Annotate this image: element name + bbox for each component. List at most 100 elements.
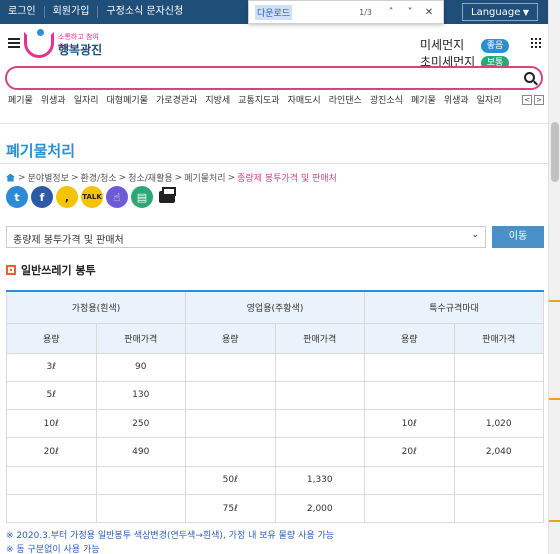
keyword-link[interactable]: 대형폐기물 — [107, 93, 148, 106]
header-divider — [0, 123, 548, 124]
table-cell — [185, 437, 276, 467]
table-row: 20ℓ 490 20ℓ 2,040 — [6, 437, 544, 467]
keyword-link[interactable]: 광진소식 — [370, 93, 403, 106]
keyword-nav: < > — [522, 95, 544, 105]
table-cell: 75ℓ — [185, 493, 276, 524]
table-cell: 490 — [95, 437, 186, 467]
print-icon[interactable] — [156, 186, 178, 208]
table-cell — [364, 493, 455, 524]
scrollbar-thumb[interactable] — [551, 122, 559, 182]
table-cell: 10ℓ — [6, 409, 97, 439]
note-line: ※ 동 구분없이 사용 가능 — [6, 545, 100, 554]
chevron-right-icon[interactable]: > — [534, 95, 544, 105]
table-cell: 50ℓ — [185, 465, 276, 495]
table-cell: 2,000 — [274, 493, 365, 524]
table-cell: 1,330 — [274, 465, 365, 495]
language-label: Language — [471, 6, 521, 18]
table-cell: 1,020 — [453, 409, 544, 439]
login-link[interactable]: 로그인 — [0, 6, 45, 18]
title-divider — [0, 163, 548, 164]
page-select-value: 종량제 봉투가격 및 판매처 — [13, 235, 124, 246]
search-input[interactable] — [17, 70, 517, 86]
table-cell — [95, 493, 186, 524]
signup-link[interactable]: 회원가입 — [45, 6, 99, 18]
table-column-header: 판매가격 — [274, 322, 365, 354]
keyword-link[interactable]: 라인댄스 — [329, 93, 362, 106]
table-cell — [274, 352, 365, 382]
table-cell — [364, 352, 455, 382]
find-previous-icon[interactable]: ˄ — [383, 7, 399, 18]
chevron-left-icon[interactable]: < — [522, 95, 532, 105]
table-cell — [95, 465, 186, 495]
table-column-header: 판매가격 — [453, 322, 544, 354]
keyword-link[interactable]: 지방세 — [205, 93, 230, 106]
share-toolbar: t f , TALK ☝ ▤ — [6, 186, 178, 208]
band-icon[interactable]: ☝ — [106, 186, 128, 208]
site-header: 소통하고 참여하는 행복광진 미세먼지 초미세먼지 좋음 보통 폐기물 위생과 … — [0, 24, 548, 124]
keyword-link[interactable]: 일자리 — [74, 93, 99, 106]
breadcrumb-current[interactable]: 종량제 봉투가격 및 판매처 — [237, 171, 337, 184]
scrollbar-find-marker — [549, 300, 560, 302]
facebook-icon[interactable]: f — [31, 186, 53, 208]
table-cell — [364, 465, 455, 495]
keyword-link[interactable]: 일자리 — [477, 93, 502, 106]
breadcrumb-separator: > — [227, 172, 236, 183]
kakaotalk-icon[interactable]: TALK — [81, 186, 103, 208]
table-cell: 90 — [95, 352, 186, 382]
breadcrumb-item[interactable]: 분야별정보 — [28, 171, 69, 184]
keyword-link[interactable]: 위생과 — [41, 93, 66, 106]
breadcrumb-separator: > — [18, 172, 26, 183]
page-scrollbar[interactable] — [548, 0, 560, 554]
table-group-header: 가정용(흰색) — [6, 290, 186, 324]
keyword-link[interactable]: 위생과 — [444, 93, 469, 106]
table-row: 5ℓ 130 — [6, 380, 544, 411]
table-notes: ※ 2020.3.부터 가정용 일반봉투 색상변경(연두색→흰색), 가정 내 … — [6, 529, 334, 554]
find-count: 1/3 — [359, 7, 372, 17]
chevron-down-icon: ⌄ — [471, 230, 479, 240]
language-selector[interactable]: Language ▼ — [462, 3, 538, 21]
keyword-link[interactable]: 폐기물 — [411, 93, 436, 106]
table-group-header: 특수규격마대 — [364, 290, 544, 324]
all-menu-grid-icon[interactable] — [531, 38, 541, 48]
popular-keywords: 폐기물 위생과 일자리 대형폐기물 가로경관과 지방세 교통지도과 자매도시 라… — [8, 93, 518, 106]
find-next-icon[interactable]: ˅ — [402, 7, 418, 18]
table-cell: 130 — [95, 380, 186, 411]
table-cell — [185, 409, 276, 439]
go-button[interactable]: 이동 — [492, 226, 544, 248]
table-cell — [453, 380, 544, 411]
breadcrumb-item[interactable]: 폐기물처리 — [184, 171, 225, 184]
scrollbar-find-marker — [549, 520, 560, 522]
find-in-page-bar: 다운로드 1/3 ˄ ˅ ✕ — [248, 0, 444, 24]
keyword-link[interactable]: 폐기물 — [8, 93, 33, 106]
bag-price-table: 가정용(흰색) 영업용(주황색) 특수규격마대 용량 판매가격 용량 판매가격 … — [6, 290, 544, 524]
breadcrumb-item[interactable]: 청소/재활용 — [128, 171, 172, 184]
table-row: 10ℓ 250 10ℓ 1,020 — [6, 409, 544, 439]
table-cell — [185, 380, 276, 411]
table-column-header: 용량 — [6, 322, 97, 354]
home-icon[interactable] — [6, 173, 15, 182]
blog-icon[interactable]: ▤ — [131, 186, 153, 208]
kakaostory-icon[interactable]: , — [56, 186, 78, 208]
table-cell — [6, 465, 97, 495]
table-cell: 250 — [95, 409, 186, 439]
table-cell: 20ℓ — [6, 437, 97, 467]
breadcrumb-separator: > — [174, 172, 183, 183]
breadcrumb-separator: > — [118, 172, 127, 183]
find-query[interactable]: 다운로드 — [255, 4, 293, 20]
menu-icon[interactable] — [8, 38, 20, 48]
news-sms-link[interactable]: 구정소식 문자신청 — [98, 6, 191, 18]
note-line: ※ 2020.3.부터 가정용 일반봉투 색상변경(연두색→흰색), 가정 내 … — [6, 531, 335, 541]
keyword-link[interactable]: 교통지도과 — [238, 93, 279, 106]
close-icon[interactable]: ✕ — [421, 7, 437, 18]
table-cell: 3ℓ — [6, 352, 97, 382]
site-logo[interactable]: 소통하고 참여하는 행복광진 — [24, 29, 104, 60]
logo-mark-icon — [24, 29, 54, 58]
keyword-link[interactable]: 자매도시 — [288, 93, 321, 106]
table-column-header: 용량 — [185, 322, 276, 354]
page-select[interactable]: 종량제 봉투가격 및 판매처 ⌄ — [6, 226, 486, 248]
breadcrumb-item[interactable]: 환경/청소 — [81, 171, 117, 184]
twitter-icon[interactable]: t — [6, 186, 28, 208]
keyword-link[interactable]: 가로경관과 — [156, 93, 197, 106]
table-cell: 5ℓ — [6, 380, 97, 411]
search-icon[interactable] — [524, 72, 535, 83]
